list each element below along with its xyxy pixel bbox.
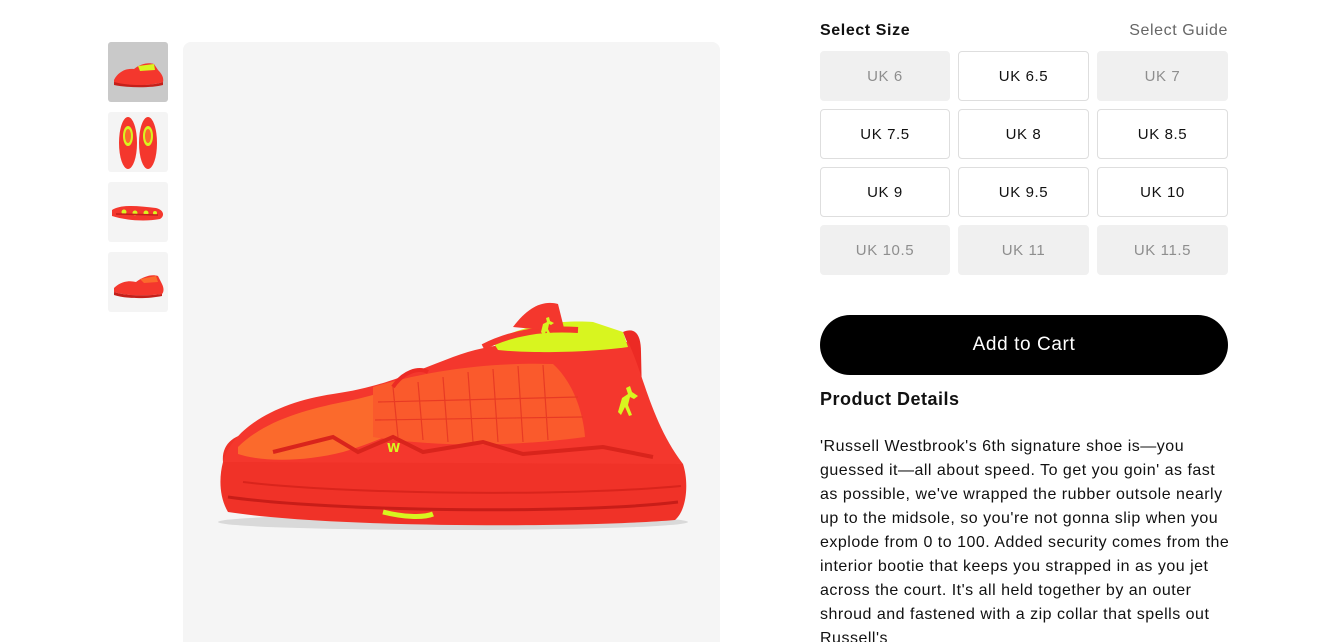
size-option-uk-11-5[interactable]: UK 11.5 (1097, 225, 1228, 275)
size-option-uk-8[interactable]: UK 8 (958, 109, 1089, 159)
shoe-top-view-thumbnail-icon (119, 117, 157, 169)
shoe-side-view-thumbnail-icon (114, 63, 164, 88)
product-description: 'Russell Westbrook's 6th signature shoe … (820, 438, 1230, 642)
product-page: W Select Size Select Guide UK 6 UK 6.5 U… (0, 0, 1341, 642)
size-option-uk-11[interactable]: UK 11 (958, 225, 1089, 275)
thumbnail-top-view[interactable] (108, 112, 168, 172)
svg-text:W: W (387, 441, 400, 455)
size-options-grid: UK 6 UK 6.5 UK 7 UK 7.5 UK 8 UK 8.5 UK 9… (820, 51, 1228, 275)
size-option-uk-10-5[interactable]: UK 10.5 (820, 225, 950, 275)
basketball-shoe-image: W (218, 302, 688, 530)
size-option-uk-10[interactable]: UK 10 (1097, 167, 1228, 217)
shoe-sole-view-thumbnail-icon (112, 206, 164, 221)
add-to-cart-button[interactable]: Add to Cart (820, 315, 1228, 375)
size-option-uk-7-5[interactable]: UK 7.5 (820, 109, 950, 159)
size-option-uk-7[interactable]: UK 7 (1097, 51, 1228, 101)
select-size-title: Select Size (820, 22, 911, 39)
thumbnail-gallery (108, 42, 168, 322)
size-header: Select Size Select Guide (820, 20, 1228, 42)
thumbnail-angled-view[interactable] (108, 252, 168, 312)
product-details-title: Product Details (820, 389, 960, 409)
size-option-uk-9[interactable]: UK 9 (820, 167, 950, 217)
size-option-uk-8-5[interactable]: UK 8.5 (1097, 109, 1228, 159)
thumbnail-side-view[interactable] (108, 42, 168, 102)
shoe-angled-view-thumbnail-icon (114, 275, 164, 299)
main-product-image: W (183, 42, 720, 642)
thumbnail-sole-view[interactable] (108, 182, 168, 242)
size-option-uk-6-5[interactable]: UK 6.5 (958, 51, 1089, 101)
size-guide-link[interactable]: Select Guide (1129, 22, 1228, 40)
size-option-uk-6[interactable]: UK 6 (820, 51, 950, 101)
size-option-uk-9-5[interactable]: UK 9.5 (958, 167, 1089, 217)
